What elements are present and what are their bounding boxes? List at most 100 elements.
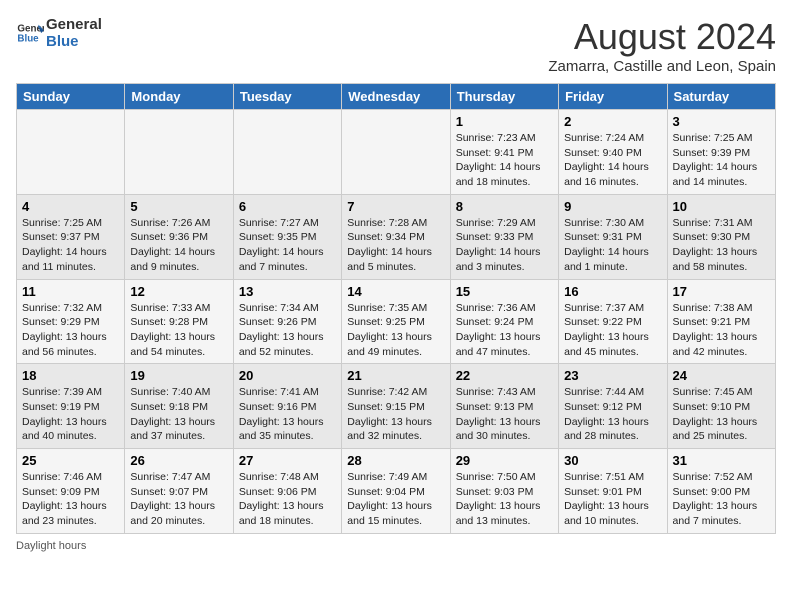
day-info: Sunrise: 7:44 AM Sunset: 9:12 PM Dayligh… [564, 385, 661, 444]
calendar-cell: 10 Sunrise: 7:31 AM Sunset: 9:30 PM Dayli… [667, 194, 775, 279]
day-info: Sunrise: 7:26 AM Sunset: 9:36 PM Dayligh… [130, 216, 227, 275]
calendar-table: SundayMondayTuesdayWednesdayThursdayFrid… [16, 83, 776, 534]
calendar-cell: 24 Sunrise: 7:45 AM Sunset: 9:10 PM Dayli… [667, 364, 775, 449]
day-info: Sunrise: 7:33 AM Sunset: 9:28 PM Dayligh… [130, 301, 227, 360]
calendar-week-5: 25 Sunrise: 7:46 AM Sunset: 9:09 PM Dayli… [17, 449, 776, 534]
day-number: 8 [456, 199, 553, 214]
main-title: August 2024 [548, 16, 776, 58]
day-number: 25 [22, 453, 119, 468]
day-number: 19 [130, 368, 227, 383]
day-info: Sunrise: 7:38 AM Sunset: 9:21 PM Dayligh… [673, 301, 770, 360]
calendar-cell: 6Sunrise: 7:27 AM Sunset: 9:35 PM Daylig… [233, 194, 341, 279]
calendar-cell: 13Sunrise: 7:34 AM Sunset: 9:26 PM Dayli… [233, 279, 341, 364]
day-number: 4 [22, 199, 119, 214]
day-number: 10 [673, 199, 770, 214]
calendar-header-row: SundayMondayTuesdayWednesdayThursdayFrid… [17, 84, 776, 110]
day-number: 2 [564, 114, 661, 129]
calendar-cell: 18 Sunrise: 7:39 AM Sunset: 9:19 PM Dayli… [17, 364, 125, 449]
subtitle: Zamarra, Castille and Leon, Spain [548, 58, 776, 75]
calendar-cell: 14Sunrise: 7:35 AM Sunset: 9:25 PM Dayli… [342, 279, 450, 364]
calendar-header-thursday: Thursday [450, 84, 558, 110]
day-info: Sunrise: 7:39 AM Sunset: 9:19 PM Dayligh… [22, 385, 119, 444]
calendar-week-4: 18 Sunrise: 7:39 AM Sunset: 9:19 PM Dayli… [17, 364, 776, 449]
day-number: 6 [239, 199, 336, 214]
header: General Blue General Blue August 2024 Za… [16, 16, 776, 75]
day-number: 7 [347, 199, 444, 214]
calendar-cell: 1 Sunrise: 7:23 AM Sunset: 9:41 PM Daylig… [450, 110, 558, 195]
calendar-cell: 4 Sunrise: 7:25 AM Sunset: 9:37 PM Daylig… [17, 194, 125, 279]
logo: General Blue General Blue [16, 16, 102, 50]
calendar-cell: 27 Sunrise: 7:48 AM Sunset: 9:06 PM Dayli… [233, 449, 341, 534]
day-info: Sunrise: 7:25 AM Sunset: 9:39 PM Dayligh… [673, 131, 770, 190]
day-number: 30 [564, 453, 661, 468]
day-info: Sunrise: 7:37 AM Sunset: 9:22 PM Dayligh… [564, 301, 661, 360]
calendar-cell: 26 Sunrise: 7:47 AM Sunset: 9:07 PM Dayli… [125, 449, 233, 534]
day-number: 11 [22, 284, 119, 299]
calendar-cell: 23 Sunrise: 7:44 AM Sunset: 9:12 PM Dayli… [559, 364, 667, 449]
day-info: Sunrise: 7:40 AM Sunset: 9:18 PM Dayligh… [130, 385, 227, 444]
calendar-cell: 11 Sunrise: 7:32 AM Sunset: 9:29 PM Dayli… [17, 279, 125, 364]
calendar-cell: 8 Sunrise: 7:29 AM Sunset: 9:33 PM Daylig… [450, 194, 558, 279]
calendar-cell: 25 Sunrise: 7:46 AM Sunset: 9:09 PM Dayli… [17, 449, 125, 534]
calendar-cell: 17 Sunrise: 7:38 AM Sunset: 9:21 PM Dayli… [667, 279, 775, 364]
day-number: 23 [564, 368, 661, 383]
logo-line2: Blue [46, 33, 102, 50]
day-number: 21 [347, 368, 444, 383]
logo-line1: General [46, 16, 102, 33]
day-info: Sunrise: 7:32 AM Sunset: 9:29 PM Dayligh… [22, 301, 119, 360]
day-number: 24 [673, 368, 770, 383]
calendar-cell: 28Sunrise: 7:49 AM Sunset: 9:04 PM Dayli… [342, 449, 450, 534]
day-number: 18 [22, 368, 119, 383]
day-number: 13 [239, 284, 336, 299]
day-info: Sunrise: 7:45 AM Sunset: 9:10 PM Dayligh… [673, 385, 770, 444]
calendar-cell: 2 Sunrise: 7:24 AM Sunset: 9:40 PM Daylig… [559, 110, 667, 195]
calendar-cell: 5Sunrise: 7:26 AM Sunset: 9:36 PM Daylig… [125, 194, 233, 279]
calendar-cell: 12 Sunrise: 7:33 AM Sunset: 9:28 PM Dayli… [125, 279, 233, 364]
day-info: Sunrise: 7:50 AM Sunset: 9:03 PM Dayligh… [456, 470, 553, 529]
logo-icon: General Blue [16, 19, 44, 47]
calendar-cell: 20 Sunrise: 7:41 AM Sunset: 9:16 PM Dayli… [233, 364, 341, 449]
calendar-header-sunday: Sunday [17, 84, 125, 110]
day-number: 14 [347, 284, 444, 299]
day-info: Sunrise: 7:29 AM Sunset: 9:33 PM Dayligh… [456, 216, 553, 275]
day-number: 9 [564, 199, 661, 214]
day-info: Sunrise: 7:24 AM Sunset: 9:40 PM Dayligh… [564, 131, 661, 190]
day-number: 22 [456, 368, 553, 383]
calendar-cell: 29Sunrise: 7:50 AM Sunset: 9:03 PM Dayli… [450, 449, 558, 534]
day-number: 27 [239, 453, 336, 468]
calendar-week-3: 11 Sunrise: 7:32 AM Sunset: 9:29 PM Dayli… [17, 279, 776, 364]
calendar-header-saturday: Saturday [667, 84, 775, 110]
calendar-cell [342, 110, 450, 195]
calendar-cell: 15 Sunrise: 7:36 AM Sunset: 9:24 PM Dayli… [450, 279, 558, 364]
calendar-cell: 30 Sunrise: 7:51 AM Sunset: 9:01 PM Dayli… [559, 449, 667, 534]
calendar-header-tuesday: Tuesday [233, 84, 341, 110]
calendar-header-friday: Friday [559, 84, 667, 110]
day-info: Sunrise: 7:31 AM Sunset: 9:30 PM Dayligh… [673, 216, 770, 275]
day-info: Sunrise: 7:51 AM Sunset: 9:01 PM Dayligh… [564, 470, 661, 529]
day-info: Sunrise: 7:36 AM Sunset: 9:24 PM Dayligh… [456, 301, 553, 360]
day-number: 17 [673, 284, 770, 299]
day-info: Sunrise: 7:30 AM Sunset: 9:31 PM Dayligh… [564, 216, 661, 275]
day-number: 20 [239, 368, 336, 383]
calendar-cell: 19 Sunrise: 7:40 AM Sunset: 9:18 PM Dayli… [125, 364, 233, 449]
day-info: Sunrise: 7:48 AM Sunset: 9:06 PM Dayligh… [239, 470, 336, 529]
day-info: Sunrise: 7:43 AM Sunset: 9:13 PM Dayligh… [456, 385, 553, 444]
day-info: Sunrise: 7:46 AM Sunset: 9:09 PM Dayligh… [22, 470, 119, 529]
day-number: 1 [456, 114, 553, 129]
day-info: Sunrise: 7:47 AM Sunset: 9:07 PM Dayligh… [130, 470, 227, 529]
calendar-cell [233, 110, 341, 195]
day-info: Sunrise: 7:25 AM Sunset: 9:37 PM Dayligh… [22, 216, 119, 275]
day-info: Sunrise: 7:49 AM Sunset: 9:04 PM Dayligh… [347, 470, 444, 529]
day-number: 15 [456, 284, 553, 299]
day-number: 16 [564, 284, 661, 299]
day-info: Sunrise: 7:41 AM Sunset: 9:16 PM Dayligh… [239, 385, 336, 444]
day-number: 26 [130, 453, 227, 468]
calendar-week-2: 4 Sunrise: 7:25 AM Sunset: 9:37 PM Daylig… [17, 194, 776, 279]
calendar-cell: 3Sunrise: 7:25 AM Sunset: 9:39 PM Daylig… [667, 110, 775, 195]
calendar-cell: 31Sunrise: 7:52 AM Sunset: 9:00 PM Dayli… [667, 449, 775, 534]
day-info: Sunrise: 7:23 AM Sunset: 9:41 PM Dayligh… [456, 131, 553, 190]
calendar-cell: 22 Sunrise: 7:43 AM Sunset: 9:13 PM Dayli… [450, 364, 558, 449]
title-section: August 2024 Zamarra, Castille and Leon, … [548, 16, 776, 75]
day-number: 12 [130, 284, 227, 299]
calendar-cell: 21Sunrise: 7:42 AM Sunset: 9:15 PM Dayli… [342, 364, 450, 449]
